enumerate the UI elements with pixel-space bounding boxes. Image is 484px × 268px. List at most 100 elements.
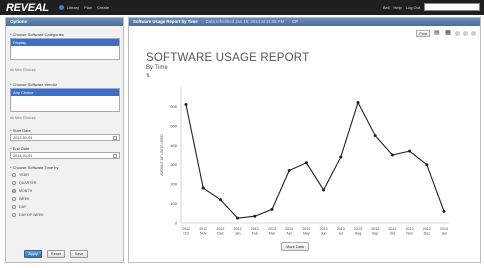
x-tick-label: 2013 (285, 227, 293, 231)
vendor-note[interactable]: All New Choices (10, 116, 35, 120)
group-by-option[interactable]: DAY (12, 205, 26, 209)
reset-button[interactable]: Reset (47, 250, 65, 258)
data-point (408, 149, 412, 153)
app-logo[interactable]: REVEAL (6, 2, 49, 14)
x-tick-label: Dec (217, 232, 224, 236)
share-icon[interactable] (463, 31, 468, 36)
report-header-ctrl[interactable]: CP (292, 18, 298, 26)
save-button[interactable]: Save (70, 250, 88, 258)
usage-line-chart: 0 100 200 300 400 500 600 AMOUNT OF UNITS USED 2… (160, 87, 449, 236)
x-tick-label: Jun (321, 232, 327, 236)
close-icon[interactable] (471, 31, 476, 36)
y-tick-label: 400 (170, 143, 177, 148)
top-right-links: Bell Help Log Out (383, 3, 480, 11)
group-by-option-label: YEAR (19, 173, 29, 177)
data-point (356, 101, 360, 105)
end-date-input[interactable]: 2014-01-01 (10, 152, 120, 159)
export-icon[interactable] (455, 31, 460, 36)
x-tick-label: 2013 (302, 227, 310, 231)
report-toolbar: Print ▤ ▦ (416, 30, 476, 37)
y-tick-label: 300 (170, 162, 177, 167)
category-note[interactable]: All New Choices (10, 68, 35, 72)
data-point (442, 209, 446, 213)
data-point (201, 186, 205, 190)
radio-button[interactable] (12, 189, 16, 193)
x-tick-label: Sep (372, 232, 378, 236)
radio-button[interactable] (12, 205, 16, 209)
end-date-label: * End Date (10, 146, 30, 151)
apply-button[interactable]: Apply (24, 250, 42, 258)
x-tick-label: 2012 (216, 227, 224, 231)
x-tick-label: 2012 (182, 227, 190, 231)
category-label: * Choose Software Categories (10, 32, 64, 37)
x-tick-label: Oct (183, 232, 189, 236)
x-tick-label: 2013 (423, 227, 431, 231)
group-by-option[interactable]: WEEK (12, 197, 30, 201)
x-tick-label: 2012 (199, 227, 207, 231)
chart-subtitle: By Time (146, 65, 168, 71)
vendor-selected-item[interactable]: Any Choice (11, 89, 119, 96)
group-by-option[interactable]: MONTH (12, 189, 32, 193)
x-tick-label: Nov (200, 232, 207, 236)
x-tick-label: 2013 (354, 227, 362, 231)
data-point (390, 153, 394, 157)
link-help[interactable]: Help (394, 5, 402, 10)
y-tick-label: 600 (170, 104, 177, 109)
search-input[interactable] (424, 3, 480, 11)
x-tick-label: Dec (424, 232, 431, 236)
x-tick-label: Mar (269, 232, 276, 236)
y-tick-label: 500 (170, 123, 177, 128)
group-by-option-label: QUARTER (19, 181, 37, 185)
x-tick-label: 2013 (234, 227, 242, 231)
nav-create[interactable]: Create (97, 5, 109, 10)
radio-button[interactable] (12, 213, 16, 217)
x-tick-label: Nov (406, 232, 413, 236)
nav-plan[interactable]: Plan (84, 5, 92, 10)
x-tick-label: Aug (355, 232, 361, 236)
data-point (425, 163, 429, 167)
top-nav: Library Plan Create (67, 5, 109, 10)
data-point (236, 216, 240, 220)
report-header-refresh: Data refreshed Jan 15, 2014 at 11:06 PM (205, 19, 285, 24)
sort-icon[interactable]: ⇅ (146, 73, 150, 79)
table-view-icon[interactable]: ▦ (444, 30, 452, 37)
calendar-icon[interactable] (113, 154, 117, 158)
link-bell[interactable]: Bell (383, 5, 390, 10)
group-by-option[interactable]: QUARTER (12, 181, 37, 185)
x-tick-label: 2013 (320, 227, 328, 231)
x-tick-label: Jul (338, 232, 343, 236)
start-date-label: * Start Date (10, 128, 31, 133)
group-by-option-label: DAY OF WEEK (19, 213, 44, 217)
series-line (185, 101, 445, 219)
data-point (218, 198, 222, 202)
y-axis-title: AMOUNT OF UNITS USED (160, 134, 164, 176)
home-icon[interactable] (58, 5, 64, 10)
radio-button[interactable] (12, 197, 16, 201)
x-tick-label: Oct (390, 232, 396, 236)
radio-button[interactable] (12, 173, 16, 177)
data-point (322, 188, 326, 192)
data-point (253, 214, 257, 218)
x-tick-label: Feb (252, 232, 258, 236)
x-tick-label: 2013 (388, 227, 396, 231)
end-date-value: 2014-01-01 (13, 154, 33, 158)
vendor-listbox[interactable]: Any Choice (10, 88, 120, 112)
data-point (304, 161, 308, 165)
sidebar-header: Options (6, 18, 123, 26)
nav-library[interactable]: Library (67, 5, 79, 10)
data-point (184, 102, 188, 106)
calendar-icon[interactable] (113, 136, 117, 140)
category-selected-item[interactable]: Display (11, 39, 119, 46)
radio-button[interactable] (12, 181, 16, 185)
group-by-option[interactable]: DAY OF WEEK (12, 213, 44, 217)
more-data-button[interactable]: More Data (281, 242, 309, 251)
print-button[interactable]: Print (416, 30, 430, 37)
link-logout[interactable]: Log Out (406, 5, 420, 10)
chart-view-icon[interactable]: ▤ (433, 30, 441, 37)
x-tick-label: Jan (235, 232, 241, 236)
x-tick-label: 2013 (337, 227, 345, 231)
category-listbox[interactable]: Display (10, 38, 120, 60)
group-by-option-label: DAY (19, 205, 27, 209)
group-by-option[interactable]: YEAR (12, 173, 29, 177)
start-date-input[interactable]: 2012-01-01 (10, 134, 120, 141)
